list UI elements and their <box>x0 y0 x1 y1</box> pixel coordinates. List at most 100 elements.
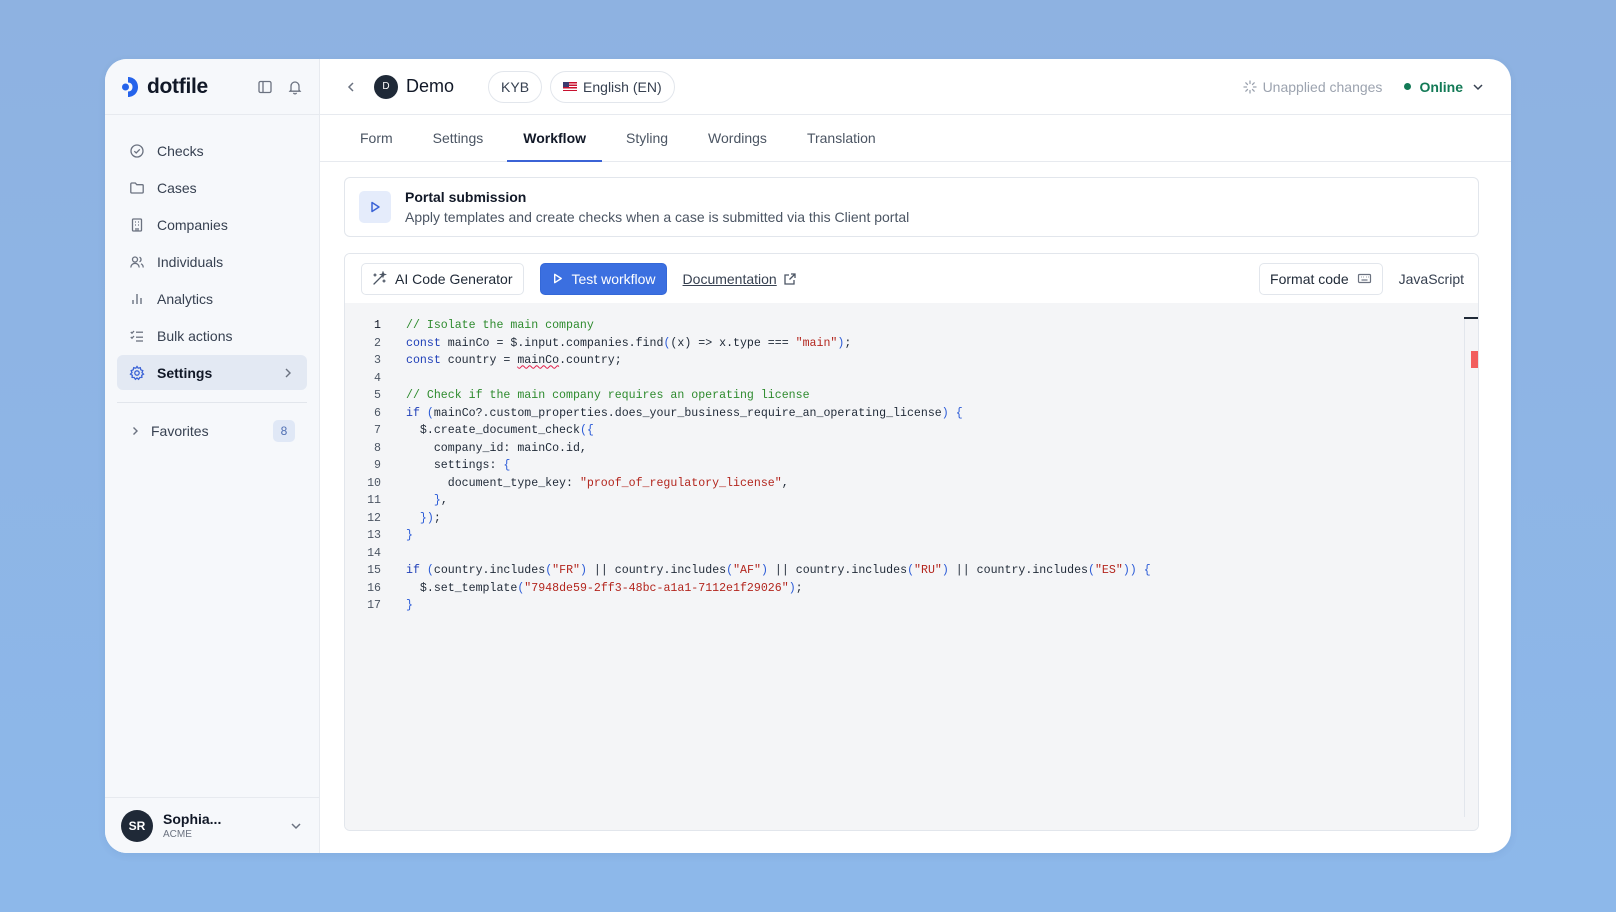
sidebar-item-label: Companies <box>157 216 228 233</box>
chevron-down-icon <box>291 822 301 829</box>
line-number: 15 <box>367 564 381 578</box>
language-pill[interactable]: English (EN) <box>550 70 675 103</box>
code-line: 7 $.create_document_check({ <box>345 422 1478 440</box>
top-bar: D Demo KYB English (EN) Unapplied change… <box>320 59 1511 115</box>
loader-icon <box>1242 79 1257 94</box>
sidebar-item-label: Cases <box>157 179 197 196</box>
bell-icon[interactable] <box>287 79 303 95</box>
project-avatar: D <box>374 74 398 99</box>
back-button[interactable] <box>344 80 358 94</box>
code-text: company_id: mainCo.id, <box>406 441 587 455</box>
format-code-button[interactable]: Format code <box>1259 262 1383 295</box>
code-text: document_type_key: "proof_of_regulatory_… <box>406 476 789 490</box>
sidebar-item-individuals[interactable]: Individuals <box>117 244 307 279</box>
type-pill[interactable]: KYB <box>488 70 543 103</box>
code-line: 15 if (country.includes("FR") || country.… <box>345 562 1478 580</box>
format-code-label: Format code <box>1270 270 1349 287</box>
sidebar-item-analytics[interactable]: Analytics <box>117 281 307 316</box>
code-line: 14 <box>345 545 1478 563</box>
ai-code-generator-label: AI Code Generator <box>395 270 513 287</box>
line-number: 13 <box>367 529 381 543</box>
code-line: 16 $.set_template("7948de59-2ff3-48bc-a1… <box>345 580 1478 598</box>
status-label: Online <box>1419 78 1463 95</box>
editor-toolbar: AI Code Generator Test workflow Document… <box>345 254 1478 303</box>
logo[interactable]: dotfile <box>121 75 208 99</box>
chevron-right-icon <box>133 426 138 435</box>
code-text: const country = mainCo.country; <box>406 354 622 368</box>
logo-text: dotfile <box>147 74 208 98</box>
avatar: SR <box>121 809 153 842</box>
tab-styling[interactable]: Styling <box>610 115 684 161</box>
sidebar-item-companies[interactable]: Companies <box>117 207 307 242</box>
status-dot <box>1404 83 1412 90</box>
status-dropdown[interactable]: Online <box>1404 79 1485 95</box>
sidebar-item-checks[interactable]: Checks <box>117 133 307 168</box>
trigger-title: Portal submission <box>405 189 527 205</box>
favorites-section[interactable]: Favorites 8 <box>117 413 307 448</box>
documentation-link[interactable]: Documentation <box>683 271 797 287</box>
chevron-left-icon <box>347 81 354 92</box>
line-number: 7 <box>374 424 381 438</box>
trigger-card: Portal submission Apply templates and cr… <box>344 177 1479 237</box>
play-icon <box>371 201 380 213</box>
line-number: 14 <box>367 546 381 560</box>
tab-workflow[interactable]: Workflow <box>507 115 602 162</box>
unapplied-changes-label: Unapplied changes <box>1262 78 1383 95</box>
scrollbar-error-marker <box>1471 351 1478 368</box>
user-menu[interactable]: SR Sophia... ACME <box>105 797 319 853</box>
language-pill-label: English (EN) <box>583 78 662 95</box>
line-number: 2 <box>374 336 381 350</box>
main-panel: D Demo KYB English (EN) Unapplied change… <box>320 59 1511 853</box>
test-workflow-button[interactable]: Test workflow <box>539 262 667 295</box>
code-line: 13} <box>345 527 1478 545</box>
sidebar-nav: Checks Cases Companies Individuals Analy… <box>105 115 319 392</box>
sidebar-item-settings[interactable]: Settings <box>117 355 307 390</box>
code-editor[interactable]: 1 // Isolate the main company 2 const main… <box>345 303 1478 830</box>
editor-scrollbar[interactable] <box>1464 317 1478 817</box>
code-line: 17} <box>345 597 1478 615</box>
sidebar-item-bulk-actions[interactable]: Bulk actions <box>117 318 307 353</box>
keyboard-icon <box>1357 273 1371 284</box>
code-line: 11 }, <box>345 492 1478 510</box>
documentation-label: Documentation <box>682 270 777 287</box>
code-line: 12 }); <box>345 510 1478 528</box>
line-number: 1 <box>374 319 381 333</box>
tab-settings[interactable]: Settings <box>417 115 500 161</box>
test-workflow-label: Test workflow <box>571 270 656 287</box>
play-icon <box>553 273 562 284</box>
code-line: 1 // Isolate the main company <box>345 317 1478 335</box>
tab-form[interactable]: Form <box>344 115 409 161</box>
code-line: 3 const country = mainCo.country; <box>345 352 1478 370</box>
ai-code-generator-button[interactable]: AI Code Generator <box>361 262 524 295</box>
sidebar: dotfile Checks Cases Companies Individua… <box>105 59 320 853</box>
code-text: settings: { <box>406 459 511 473</box>
list-checks-icon <box>130 330 143 342</box>
workflow-content: Portal submission Apply templates and cr… <box>320 162 1511 831</box>
us-flag-icon <box>563 82 578 91</box>
tab-wordings[interactable]: Wordings <box>692 115 783 161</box>
chevron-down-icon <box>1473 83 1483 90</box>
code-editor-card: AI Code Generator Test workflow Document… <box>344 253 1479 831</box>
sidebar-toggle-icon[interactable] <box>257 79 273 95</box>
code-line: 8 company_id: mainCo.id, <box>345 440 1478 458</box>
app-window: dotfile Checks Cases Companies Individua… <box>105 59 1511 853</box>
users-icon <box>130 255 144 268</box>
line-number: 12 <box>367 511 381 525</box>
code-text: $.create_document_check({ <box>406 424 594 438</box>
sidebar-item-cases[interactable]: Cases <box>117 170 307 205</box>
sidebar-item-label: Bulk actions <box>157 327 233 344</box>
line-number: 9 <box>374 459 381 473</box>
line-number: 3 <box>374 354 381 368</box>
tab-translation[interactable]: Translation <box>791 115 892 161</box>
chevron-right-icon <box>285 368 291 377</box>
code-text: // Check if the main company requires an… <box>381 389 810 402</box>
trigger-description: Apply templates and create checks when a… <box>405 209 910 225</box>
page-title: Demo <box>406 76 455 96</box>
sidebar-divider <box>117 402 307 403</box>
code-line: 9 settings: { <box>345 457 1478 475</box>
line-number: 4 <box>374 371 381 385</box>
favorites-label: Favorites <box>151 422 209 439</box>
building-icon <box>131 217 143 232</box>
code-line: 5 // Check if the main company requires a… <box>345 387 1478 405</box>
code-text: }, <box>433 494 448 508</box>
